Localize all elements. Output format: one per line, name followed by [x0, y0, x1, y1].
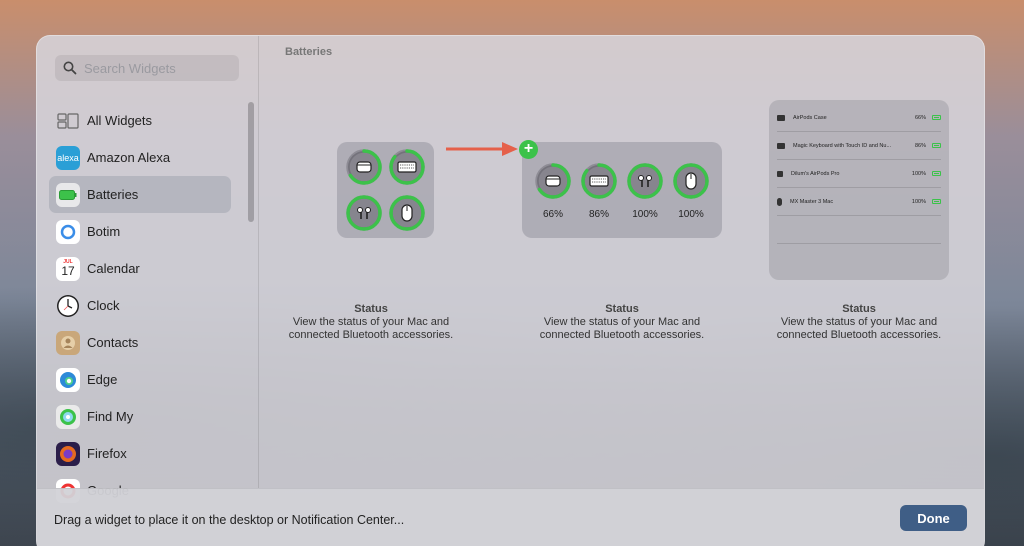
device-level: 100% [911, 198, 926, 205]
find-my-icon [56, 404, 80, 429]
widget-caption-small: Status View the status of your Mac and c… [271, 303, 471, 342]
airpods-icon [777, 170, 783, 177]
caption-description: View the status of your Mac and connecte… [539, 316, 705, 341]
large-widget-row-empty [777, 216, 941, 244]
sidebar-item-label: All Widgets [87, 113, 153, 128]
battery-widget-large[interactable]: AirPods Case 66% Magic Keyboard with Tou… [769, 100, 949, 280]
search-input[interactable] [84, 60, 234, 76]
battery-widget-small[interactable] [337, 142, 434, 238]
caption-title: Status [605, 303, 639, 315]
sidebar-item-label: Batteries [87, 187, 139, 202]
firefox-icon [56, 441, 80, 466]
large-widget-row: Dilum's AirPods Pro 100% [777, 160, 941, 188]
battery-ring [389, 149, 425, 185]
sidebar-item-label: Contacts [87, 335, 139, 350]
done-button[interactable]: Done [900, 505, 967, 531]
battery-ring [346, 149, 382, 185]
battery-widget-medium[interactable]: 66% 86% 100% 100% [522, 142, 722, 238]
battery-percent: 66% [542, 209, 563, 220]
large-widget-row: Magic Keyboard with Touch ID and Nu... 8… [777, 132, 941, 160]
battery-icon [56, 182, 80, 207]
bottom-bar: Drag a widget to place it on the desktop… [37, 488, 984, 546]
keyboard-device-icon [589, 175, 609, 187]
battery-ring [627, 163, 663, 199]
device-level: 86% [914, 142, 926, 149]
calendar-icon: JUL 17 [56, 256, 80, 281]
device-name: MX Master 3 Mac [790, 198, 834, 205]
battery-level-icon [932, 143, 941, 148]
search-field[interactable] [55, 55, 239, 81]
sidebar-item-find-my[interactable]: Find My [49, 398, 231, 435]
case-device-icon [545, 175, 561, 187]
battery-ring [389, 195, 425, 231]
sidebar-item-label: Amazon Alexa [87, 150, 171, 165]
widget-caption-large: Status View the status of your Mac and c… [759, 303, 959, 342]
caption-title: Status [842, 303, 876, 315]
mouse-device-icon [685, 172, 697, 190]
drag-arrow-icon [446, 142, 518, 156]
botim-icon [56, 219, 80, 244]
sidebar-item-label: Clock [87, 298, 120, 313]
all-widgets-icon [56, 109, 80, 133]
widget-caption-medium: Status View the status of your Mac and c… [522, 303, 722, 342]
battery-level-icon [932, 171, 941, 176]
device-name: AirPods Case [793, 114, 827, 121]
caption-description: View the status of your Mac and connecte… [776, 316, 942, 341]
battery-ring [581, 163, 617, 199]
sidebar-item-label: Botim [87, 224, 121, 239]
section-title: Batteries [285, 46, 333, 58]
alexa-icon-text: alexa [57, 152, 79, 163]
battery-level-icon [932, 199, 941, 204]
sidebar-item-batteries[interactable]: Batteries [49, 176, 231, 213]
device-name: Magic Keyboard with Touch ID and Nu... [793, 142, 892, 149]
sidebar-item-label: Find My [87, 409, 134, 424]
battery-ring [346, 195, 382, 231]
large-widget-row: AirPods Case 66% [777, 104, 941, 132]
large-widget-row: MX Master 3 Mac 100% [777, 188, 941, 216]
edge-icon [56, 367, 80, 392]
add-widget-icon[interactable]: + [519, 140, 538, 159]
sidebar-item-botim[interactable]: Botim [49, 213, 231, 250]
battery-percent: 86% [588, 209, 609, 220]
device-level: 66% [914, 114, 926, 121]
drag-hint-text: Drag a widget to place it on the desktop… [54, 513, 405, 527]
battery-percent: 100% [678, 209, 704, 220]
sidebar-item-firefox[interactable]: Firefox [49, 435, 231, 472]
mouse-device-icon [401, 204, 413, 222]
sidebar-item-edge[interactable]: Edge [49, 361, 231, 398]
sidebar-item-all-widgets[interactable]: All Widgets [49, 102, 231, 139]
alexa-icon: alexa [56, 145, 80, 170]
widget-category-list: All Widgets alexa Amazon Alexa Batteries… [49, 102, 231, 509]
case-device-icon [356, 161, 372, 173]
sidebar-item-contacts[interactable]: Contacts [49, 324, 231, 361]
device-level: 100% [911, 170, 926, 177]
sidebar-item-label: Edge [87, 372, 118, 387]
sidebar-item-label: Firefox [87, 446, 127, 461]
battery-percent: 100% [632, 209, 658, 220]
search-icon [63, 61, 77, 75]
contacts-icon [56, 330, 80, 355]
keyboard-icon [777, 142, 785, 149]
calendar-day: 17 [61, 264, 75, 278]
caption-description: View the status of your Mac and connecte… [288, 316, 454, 341]
mouse-icon [777, 197, 782, 206]
battery-ring [673, 163, 709, 199]
clock-icon [56, 294, 80, 318]
airpods-case-icon [777, 114, 785, 121]
sidebar-item-clock[interactable]: Clock [49, 287, 231, 324]
caption-title: Status [354, 303, 388, 315]
battery-ring [535, 163, 571, 199]
device-name: Dilum's AirPods Pro [791, 170, 840, 177]
sidebar-scrollbar[interactable] [248, 102, 254, 222]
sidebar-item-amazon-alexa[interactable]: alexa Amazon Alexa [49, 139, 231, 176]
sidebar-item-calendar[interactable]: JUL 17 Calendar [49, 250, 231, 287]
sidebar-item-label: Calendar [87, 261, 140, 276]
widget-gallery-panel: All Widgets alexa Amazon Alexa Batteries… [36, 35, 985, 546]
battery-level-icon [932, 115, 941, 120]
sidebar: All Widgets alexa Amazon Alexa Batteries… [37, 36, 259, 503]
keyboard-device-icon [397, 161, 417, 173]
